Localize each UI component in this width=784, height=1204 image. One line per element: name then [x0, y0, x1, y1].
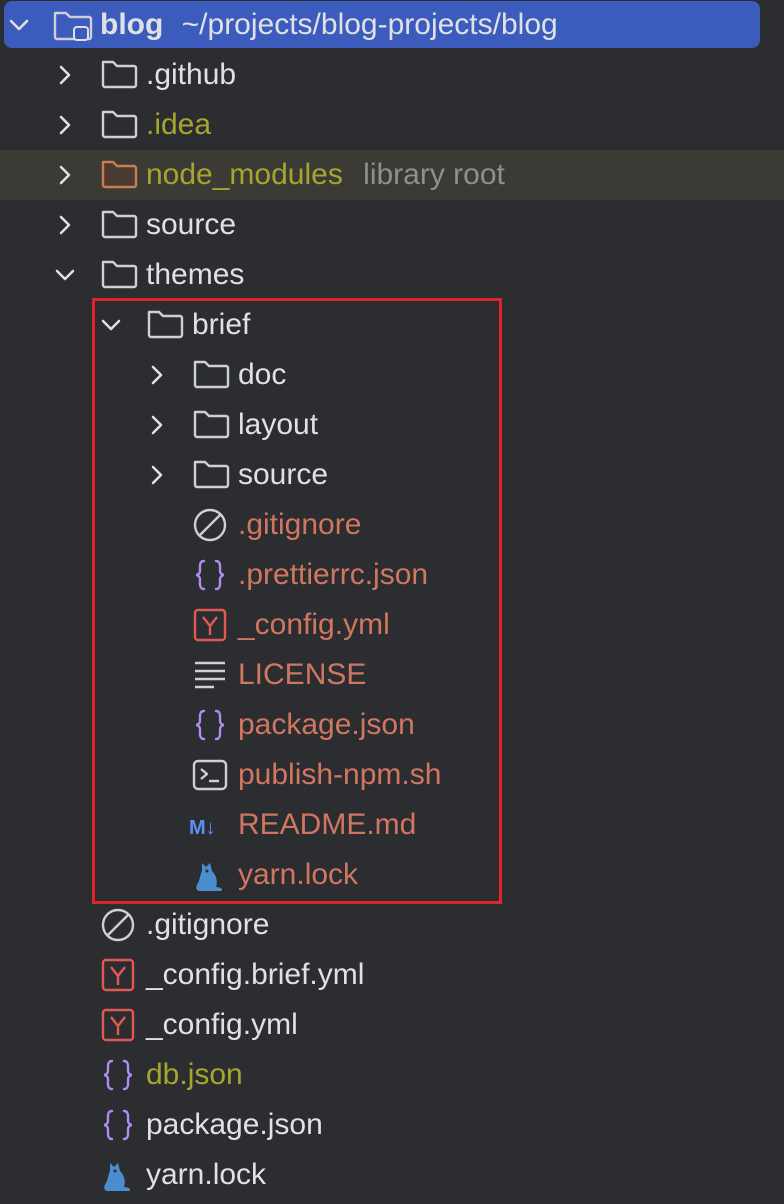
- tree-item-gitignore[interactable]: .gitignore: [0, 900, 784, 950]
- folder-icon: [192, 350, 232, 400]
- tree-item-label: _config.brief.yml: [146, 958, 365, 991]
- folder-icon: [100, 250, 140, 300]
- tree-item-label: .gitignore: [146, 908, 270, 941]
- tree-item-label: yarn.lock: [238, 858, 359, 891]
- tree-item-db[interactable]: db.json: [0, 1050, 784, 1100]
- shell-script-icon: [192, 750, 232, 800]
- project-folder-icon: [52, 0, 93, 50]
- tree-item-label: yarn.lock: [146, 1158, 267, 1191]
- library-root-hint: library root: [363, 158, 505, 191]
- tree-item-brief-config[interactable]: _config.yml: [0, 600, 784, 650]
- tree-item-label: themes: [146, 258, 245, 291]
- tree-item-label: doc: [238, 358, 287, 391]
- folder-icon: [192, 450, 232, 500]
- tree-item-yarn[interactable]: yarn.lock: [0, 1150, 784, 1200]
- yaml-file-icon: [100, 950, 140, 1000]
- folder-icon: [100, 50, 140, 100]
- json-file-icon: [192, 550, 232, 600]
- yarn-lock-icon: [100, 1150, 140, 1200]
- tree-item-brief-prettierrc[interactable]: .prettierrc.json: [0, 550, 784, 600]
- yaml-file-icon: [192, 600, 232, 650]
- tree-item-label: .gitignore: [238, 508, 362, 541]
- chevron-right-icon[interactable]: [142, 450, 172, 500]
- root-name: blog: [100, 8, 164, 41]
- excluded-folder-icon: [100, 150, 140, 200]
- chevron-right-icon[interactable]: [50, 50, 80, 100]
- yarn-lock-icon: [192, 850, 232, 900]
- folder-name: node_modules: [146, 158, 343, 191]
- tree-item-config-brief[interactable]: _config.brief.yml: [0, 950, 784, 1000]
- tree-item-label: source: [146, 208, 237, 241]
- tree-item-label: brief: [192, 308, 251, 341]
- tree-item-brief-yarn[interactable]: yarn.lock: [0, 850, 784, 900]
- tree-root-blog[interactable]: blog ~/projects/blog-projects/blog: [0, 0, 784, 50]
- tree-item-brief-gitignore[interactable]: .gitignore: [0, 500, 784, 550]
- tree-item-label: .idea: [146, 108, 212, 141]
- tree-item-label: README.md: [238, 808, 417, 841]
- tree-item-brief-package[interactable]: package.json: [0, 700, 784, 750]
- tree-item-config[interactable]: _config.yml: [0, 1000, 784, 1050]
- tree-item-source[interactable]: source: [0, 200, 784, 250]
- folder-icon: [146, 300, 186, 350]
- tree-item-brief-publish[interactable]: publish-npm.sh: [0, 750, 784, 800]
- text-file-icon: [192, 650, 232, 700]
- tree-item-brief-source[interactable]: source: [0, 450, 784, 500]
- tree-item-label: package.json: [146, 1108, 323, 1141]
- tree-item-label: layout: [238, 408, 319, 441]
- tree-item-label: publish-npm.sh: [238, 758, 442, 791]
- ignore-file-icon: [192, 500, 232, 550]
- tree-item-label: LICENSE: [238, 658, 367, 691]
- chevron-down-icon[interactable]: [50, 250, 80, 300]
- chevron-right-icon[interactable]: [142, 400, 172, 450]
- tree-item-themes[interactable]: themes: [0, 250, 784, 300]
- tree-item-node-modules[interactable]: node_modules library root: [0, 150, 784, 200]
- folder-icon: [100, 100, 140, 150]
- yaml-file-icon: [100, 1000, 140, 1050]
- json-file-icon: [192, 700, 232, 750]
- chevron-right-icon[interactable]: [142, 350, 172, 400]
- chevron-right-icon[interactable]: [50, 100, 80, 150]
- tree-item-label: db.json: [146, 1058, 243, 1091]
- markdown-icon-text: M↓: [189, 817, 216, 839]
- markdown-file-icon: M↓: [188, 800, 234, 850]
- folder-icon: [100, 200, 140, 250]
- tree-item-label: .prettierrc.json: [238, 558, 429, 591]
- tree-item-brief-license[interactable]: LICENSE: [0, 650, 784, 700]
- tree-item-label: _config.yml: [238, 608, 390, 641]
- tree-item-brief[interactable]: brief: [0, 300, 784, 350]
- chevron-right-icon[interactable]: [50, 200, 80, 250]
- tree-item-label: package.json: [238, 708, 415, 741]
- tree-item-brief-readme[interactable]: M↓ README.md: [0, 800, 784, 850]
- tree-item-github[interactable]: .github: [0, 50, 784, 100]
- tree-item-label: .github: [146, 58, 237, 91]
- tree-item-idea[interactable]: .idea: [0, 100, 784, 150]
- folder-icon: [192, 400, 232, 450]
- json-file-icon: [100, 1050, 140, 1100]
- root-path: ~/projects/blog-projects/blog: [181, 8, 558, 41]
- tree-item-label: _config.yml: [146, 1008, 298, 1041]
- tree-item-brief-layout[interactable]: layout: [0, 400, 784, 450]
- json-file-icon: [100, 1100, 140, 1150]
- chevron-right-icon[interactable]: [50, 150, 80, 200]
- ignore-file-icon: [100, 900, 140, 950]
- tree-item-label: source: [238, 458, 329, 491]
- tree-item-brief-doc[interactable]: doc: [0, 350, 784, 400]
- tree-item-package[interactable]: package.json: [0, 1100, 784, 1150]
- tree-root-label: blog ~/projects/blog-projects/blog: [100, 0, 558, 50]
- tree-item-label: node_modules library root: [146, 150, 505, 200]
- chevron-down-icon[interactable]: [96, 300, 126, 350]
- chevron-down-icon[interactable]: [4, 0, 34, 50]
